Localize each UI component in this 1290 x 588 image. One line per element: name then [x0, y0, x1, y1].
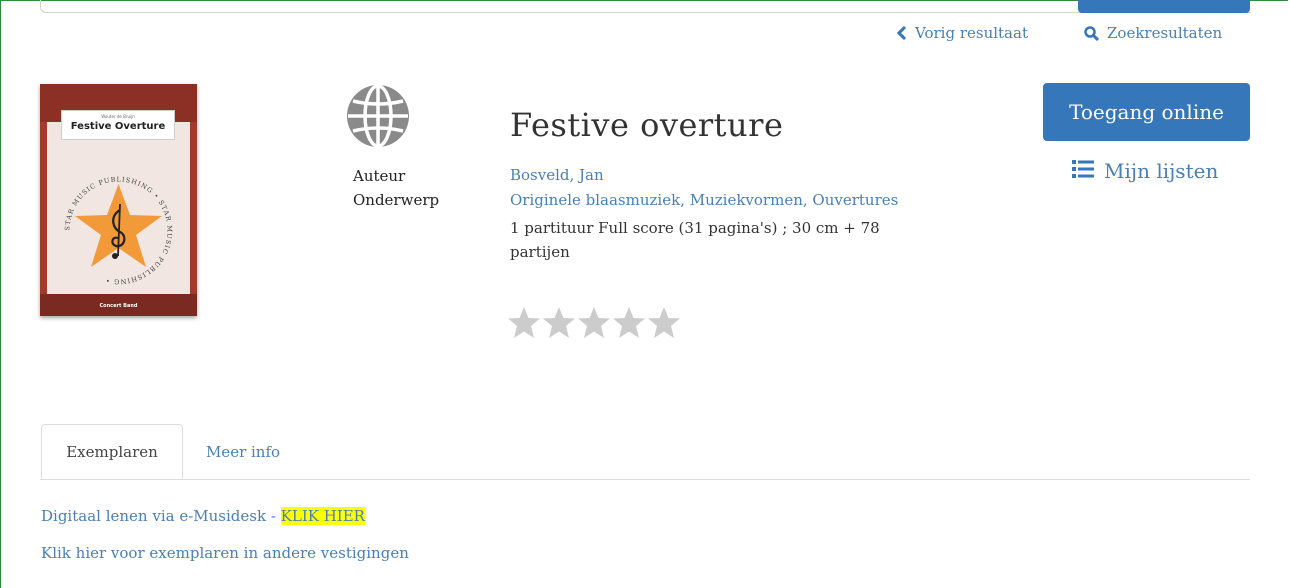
- search-button-edge[interactable]: [1078, 0, 1250, 13]
- tab-exemplaren[interactable]: Exemplaren: [41, 424, 183, 479]
- star-icon[interactable]: [542, 306, 576, 340]
- physical-description: 1 partituur Full score (31 pagina's) ; 3…: [510, 219, 880, 261]
- tab-bar: Exemplaren Meer info: [40, 424, 1250, 480]
- search-results-label: Zoekresultaten: [1107, 24, 1223, 42]
- subject-link[interactable]: Originele blaasmuziek: [510, 191, 680, 209]
- other-branches-link[interactable]: Klik hier voor exemplaren in andere vest…: [41, 544, 409, 562]
- record-title: Festive overture: [510, 106, 784, 144]
- click-here-link[interactable]: KLIK HIER: [280, 507, 365, 525]
- subject-link[interactable]: Muziekvormen: [690, 191, 803, 209]
- list-icon: [1072, 159, 1094, 183]
- my-lists-label: Mijn lijsten: [1104, 159, 1219, 183]
- star-icon[interactable]: [577, 306, 611, 340]
- meta-labels: Auteur Onderwerp: [353, 164, 439, 212]
- cover-band-label: Concert Band: [99, 303, 138, 309]
- subject-link[interactable]: Ouvertures: [812, 191, 898, 209]
- author-label: Auteur: [353, 167, 406, 185]
- star-icon[interactable]: [612, 306, 646, 340]
- subject-links: Originele blaasmuziek, Muziekvormen, Ouv…: [510, 191, 899, 209]
- star-emblem-icon: STAR MUSIC PUBLISHING • STAR MUSIC PUBLI…: [63, 175, 172, 285]
- cover-image[interactable]: Wouter de Bruijn Festive Overture STAR M…: [40, 84, 197, 316]
- previous-result-link[interactable]: Vorig resultaat: [897, 24, 1028, 42]
- globe-icon: [345, 83, 411, 153]
- chevron-left-icon: [897, 26, 907, 40]
- subject-label: Onderwerp: [353, 191, 440, 209]
- search-bar-edge: [40, 0, 1251, 13]
- rating-stars[interactable]: [507, 306, 681, 340]
- cover-title: Festive Overture: [70, 121, 166, 132]
- previous-result-label: Vorig resultaat: [915, 24, 1028, 42]
- star-icon[interactable]: [507, 306, 541, 340]
- my-lists-link[interactable]: Mijn lijsten: [1072, 159, 1218, 183]
- cover-title-box: Wouter de Bruijn Festive Overture: [61, 110, 175, 140]
- author-link[interactable]: Bosveld, Jan: [510, 166, 604, 184]
- digital-lending-line: Digitaal lenen via e-Musidesk - KLIK HIE…: [41, 507, 365, 525]
- cover-small-text: Wouter de Bruijn: [101, 114, 135, 119]
- online-access-button[interactable]: Toegang online: [1043, 83, 1250, 141]
- search-icon: [1084, 25, 1099, 41]
- tab-meer-info[interactable]: Meer info: [187, 424, 299, 479]
- star-icon[interactable]: [647, 306, 681, 340]
- digital-lending-text: Digitaal lenen via e-Musidesk -: [41, 507, 281, 525]
- search-results-link[interactable]: Zoekresultaten: [1084, 24, 1222, 42]
